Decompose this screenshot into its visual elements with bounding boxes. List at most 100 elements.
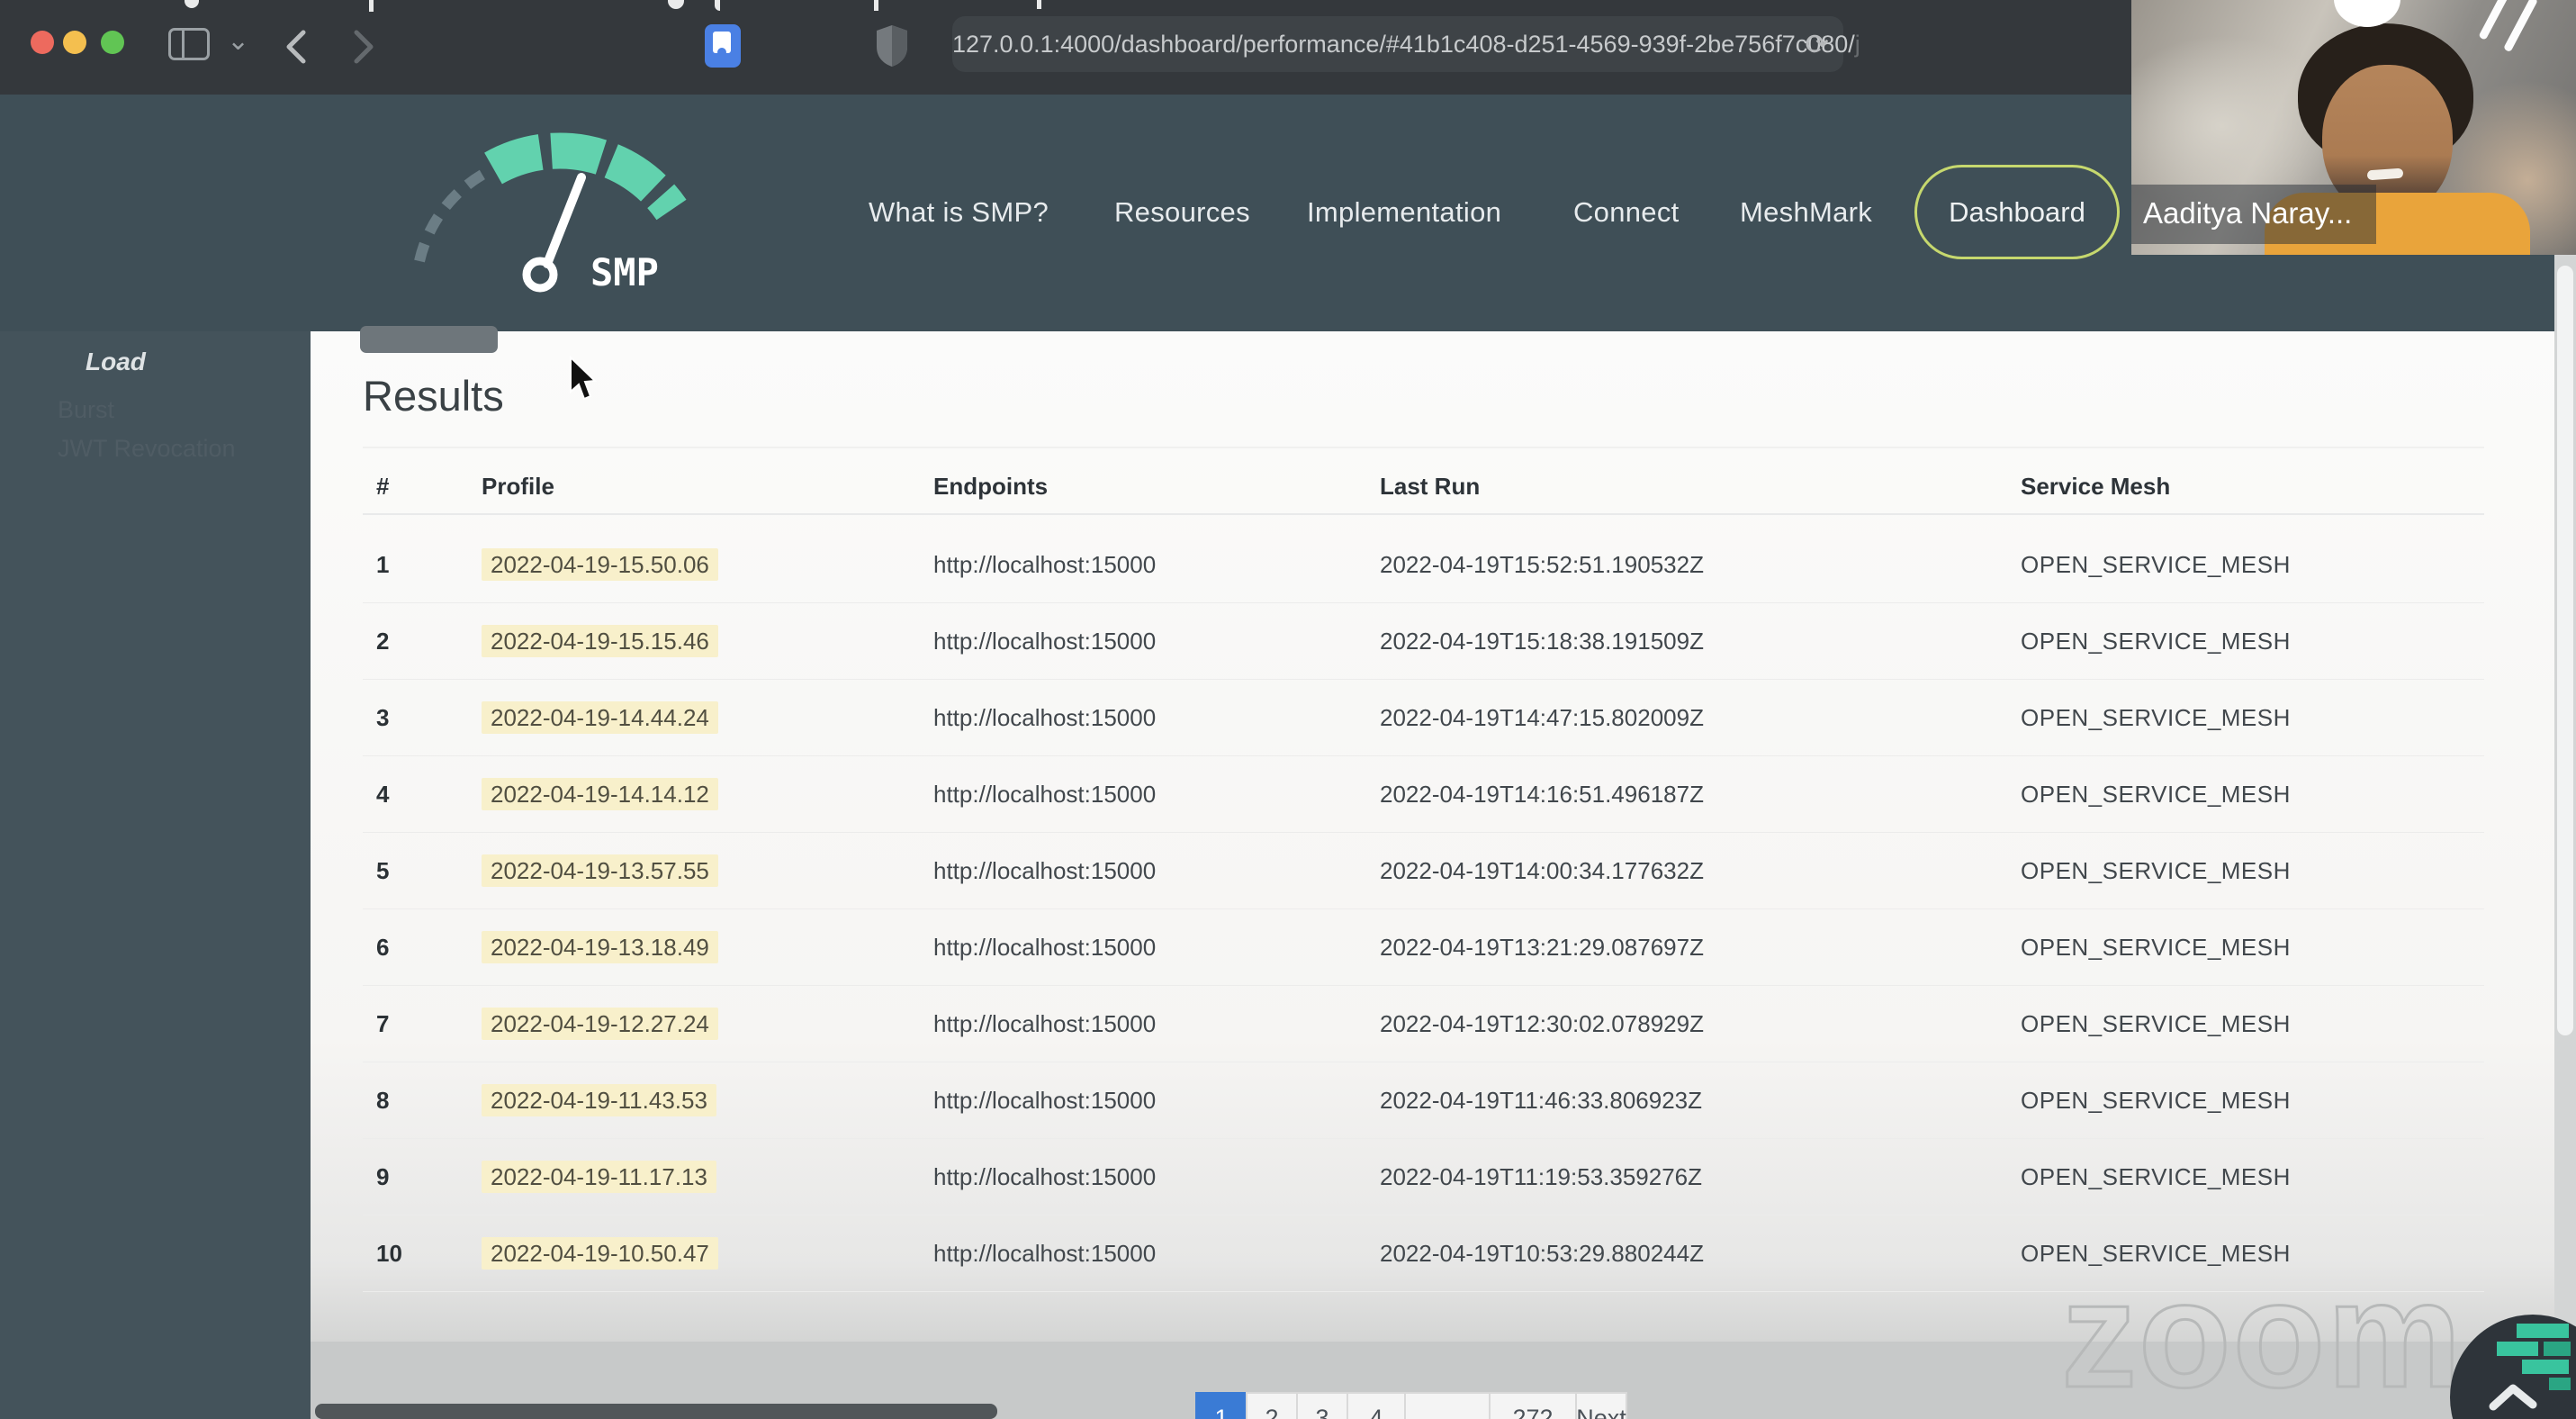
col-header-num: # bbox=[376, 472, 390, 500]
nav-link-implementation[interactable]: Implementation bbox=[1307, 196, 1501, 229]
row-profile[interactable]: 2022-04-19-15.15.46 bbox=[471, 624, 923, 657]
shield-icon[interactable] bbox=[875, 23, 909, 68]
nav-link-resources[interactable]: Resources bbox=[1114, 196, 1250, 229]
results-panel: Results # Profile Endpoints Last Run Ser… bbox=[311, 326, 2554, 1342]
row-endpoints: http://localhost:15000 bbox=[933, 1086, 1157, 1114]
reload-icon[interactable]: ⟳ bbox=[1805, 16, 1829, 72]
smp-logo-text: SMP bbox=[590, 250, 659, 294]
row-profile[interactable]: 2022-04-19-10.50.47 bbox=[471, 1236, 923, 1270]
col-header-service-mesh: Service Mesh bbox=[2021, 472, 2171, 500]
left-sidebar: Load Burst JWT Revocation bbox=[0, 331, 311, 1419]
fullscreen-window-button[interactable] bbox=[101, 31, 124, 54]
clipped-text-fragment bbox=[369, 0, 374, 12]
row-profile[interactable]: 2022-04-19-11.43.53 bbox=[471, 1083, 923, 1116]
table-row[interactable]: 8 2022-04-19-11.43.53 http://localhost:1… bbox=[363, 1062, 2484, 1139]
vertical-scrollbar-thumb[interactable] bbox=[2557, 266, 2573, 1035]
col-header-profile: Profile bbox=[482, 472, 554, 500]
table-row[interactable]: 7 2022-04-19-12.27.24 http://localhost:1… bbox=[363, 986, 2484, 1062]
pagination-page-button[interactable]: 3 bbox=[1296, 1392, 1348, 1419]
sidebar-item-jwt-revocation[interactable]: JWT Revocation bbox=[58, 435, 236, 463]
row-last-run: 2022-04-19T14:00:34.177632Z bbox=[1380, 856, 1704, 884]
row-number: 9 bbox=[376, 1162, 390, 1190]
row-profile[interactable]: 2022-04-19-15.50.06 bbox=[471, 547, 923, 581]
row-last-run: 2022-04-19T10:53:29.880244Z bbox=[1380, 1239, 1704, 1267]
participant-name-label: Aaditya Naray... bbox=[2131, 185, 2376, 244]
row-endpoints: http://localhost:15000 bbox=[933, 1162, 1157, 1190]
clipped-text-fragment bbox=[874, 0, 878, 11]
col-header-last-run: Last Run bbox=[1380, 472, 1481, 500]
smp-logo[interactable]: SMP bbox=[403, 131, 754, 297]
address-bar[interactable]: 127.0.0.1:4000/dashboard/performance/#41… bbox=[952, 16, 1860, 72]
pagination-page-button[interactable]: 2 bbox=[1246, 1392, 1298, 1419]
row-profile[interactable]: 2022-04-19-14.44.24 bbox=[471, 700, 923, 734]
row-number: 5 bbox=[376, 856, 390, 884]
zoom-video-tile[interactable]: Aaditya Naray... bbox=[2131, 0, 2576, 255]
url-text: 127.0.0.1:4000/dashboard/performance/#41… bbox=[952, 31, 1860, 58]
row-service-mesh: OPEN_SERVICE_MESH bbox=[2021, 703, 2291, 731]
back-button[interactable] bbox=[284, 27, 311, 67]
col-header-endpoints: Endpoints bbox=[933, 472, 1049, 500]
row-number: 3 bbox=[376, 703, 390, 731]
row-last-run: 2022-04-19T11:19:53.359276Z bbox=[1380, 1162, 1703, 1190]
table-row[interactable]: 1 2022-04-19-15.50.06 http://localhost:1… bbox=[363, 527, 2484, 603]
extension-icon[interactable] bbox=[705, 24, 741, 68]
minimize-window-button[interactable] bbox=[63, 31, 86, 54]
row-endpoints: http://localhost:15000 bbox=[933, 780, 1157, 808]
pagination-page-button[interactable]: 4 bbox=[1347, 1392, 1406, 1419]
zoom-watermark: zoom bbox=[2060, 1249, 2463, 1419]
nav-link-dashboard-active[interactable]: Dashboard bbox=[1914, 165, 2120, 259]
pagination-page-button[interactable]: 272 bbox=[1489, 1392, 1577, 1419]
row-profile[interactable]: 2022-04-19-13.18.49 bbox=[471, 930, 923, 963]
row-last-run: 2022-04-19T12:30:02.078929Z bbox=[1380, 1009, 1704, 1037]
url-tail: j bbox=[1854, 31, 1860, 58]
table-row[interactable]: 2 2022-04-19-15.15.46 http://localhost:1… bbox=[363, 603, 2484, 680]
nav-link-meshmark[interactable]: MeshMark bbox=[1740, 196, 1872, 229]
table-row[interactable]: 3 2022-04-19-14.44.24 http://localhost:1… bbox=[363, 680, 2484, 756]
sidebar-toggle-icon[interactable] bbox=[168, 28, 210, 60]
row-number: 1 bbox=[376, 550, 390, 578]
horizontal-scrollbar-thumb[interactable] bbox=[315, 1404, 997, 1419]
layer5-corner-button[interactable] bbox=[2450, 1315, 2576, 1419]
row-service-mesh: OPEN_SERVICE_MESH bbox=[2021, 780, 2291, 808]
nav-link-what-is-smp[interactable]: What is SMP? bbox=[869, 196, 1049, 229]
pagination-next-button[interactable]: Next bbox=[1575, 1392, 1627, 1419]
row-service-mesh: OPEN_SERVICE_MESH bbox=[2021, 627, 2291, 655]
row-profile[interactable]: 2022-04-19-11.17.13 bbox=[471, 1160, 923, 1193]
row-endpoints: http://localhost:15000 bbox=[933, 627, 1157, 655]
chevron-up-icon bbox=[2489, 1324, 2571, 1411]
panel-tab[interactable] bbox=[360, 326, 498, 353]
row-endpoints: http://localhost:15000 bbox=[933, 1239, 1157, 1267]
row-number: 2 bbox=[376, 627, 390, 655]
screen: ⌄ 127.0.0.1:4000/dashboard/performance/#… bbox=[0, 0, 2576, 1419]
table-row[interactable]: 9 2022-04-19-11.17.13 http://localhost:1… bbox=[363, 1139, 2484, 1216]
row-number: 7 bbox=[376, 1009, 390, 1037]
row-profile[interactable]: 2022-04-19-12.27.24 bbox=[471, 1007, 923, 1040]
row-endpoints: http://localhost:15000 bbox=[933, 703, 1157, 731]
row-endpoints: http://localhost:15000 bbox=[933, 933, 1157, 961]
row-service-mesh: OPEN_SERVICE_MESH bbox=[2021, 550, 2291, 578]
row-number: 4 bbox=[376, 780, 390, 808]
row-last-run: 2022-04-19T14:47:15.802009Z bbox=[1380, 703, 1704, 731]
row-profile[interactable]: 2022-04-19-13.57.55 bbox=[471, 854, 923, 887]
row-last-run: 2022-04-19T15:52:51.190532Z bbox=[1380, 550, 1704, 578]
row-endpoints: http://localhost:15000 bbox=[933, 1009, 1157, 1037]
nav-link-connect[interactable]: Connect bbox=[1573, 196, 1680, 229]
sidebar-item-burst[interactable]: Burst bbox=[58, 396, 114, 424]
row-number: 6 bbox=[376, 933, 390, 961]
forward-button[interactable] bbox=[349, 27, 376, 67]
page-title: Results bbox=[363, 372, 504, 420]
table-row[interactable]: 5 2022-04-19-13.57.55 http://localhost:1… bbox=[363, 833, 2484, 909]
close-window-button[interactable] bbox=[31, 31, 54, 54]
table-row[interactable]: 4 2022-04-19-14.14.12 http://localhost:1… bbox=[363, 756, 2484, 833]
row-service-mesh: OPEN_SERVICE_MESH bbox=[2021, 1086, 2291, 1114]
pagination-page-button[interactable]: 1 bbox=[1195, 1392, 1247, 1419]
table-row[interactable]: 6 2022-04-19-13.18.49 http://localhost:1… bbox=[363, 909, 2484, 986]
pagination-page-button[interactable]: … bbox=[1404, 1392, 1491, 1419]
row-number: 10 bbox=[376, 1239, 402, 1267]
clipped-text-fragment bbox=[185, 0, 199, 8]
chevron-down-icon[interactable]: ⌄ bbox=[227, 25, 249, 57]
row-profile[interactable]: 2022-04-19-14.14.12 bbox=[471, 777, 923, 810]
sidebar-item-load[interactable]: Load bbox=[86, 348, 146, 376]
layer5-logo-icon bbox=[2497, 1324, 2571, 1390]
clipped-streak bbox=[2478, 0, 2509, 41]
